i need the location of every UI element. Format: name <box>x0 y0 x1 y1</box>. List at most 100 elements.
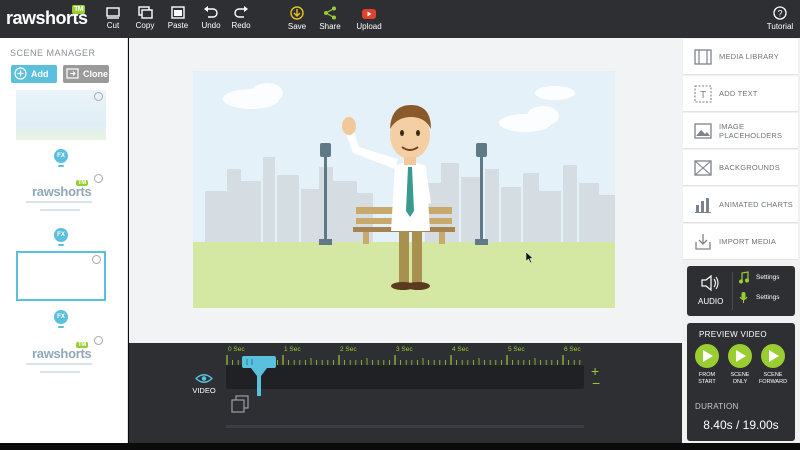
redo-label: Redo <box>231 21 251 30</box>
thumbnail-logo: rawshorts TM <box>32 180 92 199</box>
fx-transition-badge-2[interactable]: FX <box>54 228 68 242</box>
clone-icon <box>66 68 79 79</box>
animated-charts-button[interactable]: ANIMATED CHARTS <box>683 187 798 223</box>
scene-thumbnail-4[interactable]: rawshorts TM <box>16 334 106 384</box>
media-library-label: MEDIA LIBRARY <box>719 52 779 61</box>
chart-icon <box>695 198 711 213</box>
music-note-icon <box>739 271 749 284</box>
thumbnail-tagline <box>40 209 80 211</box>
preview-title: PREVIEW VIDEO <box>699 330 767 339</box>
scene-only-label: SCENE ONLY <box>724 372 756 385</box>
scene-thumbnail-1[interactable] <box>16 90 106 140</box>
share-button[interactable]: Share <box>310 6 350 31</box>
audio-panel: AUDIO Settings Settings <box>687 266 795 316</box>
mouse-cursor-icon <box>526 252 534 263</box>
add-scene-button[interactable]: Add <box>11 65 57 83</box>
stage-area <box>129 38 682 343</box>
audio-divider <box>732 272 733 310</box>
play-scene-forward-button[interactable] <box>761 344 785 368</box>
scene-thumbnail-3-selected[interactable] <box>16 251 106 301</box>
play-scene-only-button[interactable] <box>728 344 752 368</box>
thumbnail-logo-badge: TM <box>76 180 89 186</box>
scene-forward-line1: SCENE <box>763 372 783 378</box>
image-placeholders-line2: PLACEHOLDERS <box>719 131 783 140</box>
layers-icon[interactable] <box>231 395 249 413</box>
logo-badge: TM <box>72 5 86 14</box>
duration-label: DURATION <box>695 402 739 411</box>
play-icon <box>703 350 713 362</box>
play-from-start-button[interactable] <box>695 344 719 368</box>
scene-forward-label: SCENE FORWARD <box>757 372 789 385</box>
preview-video-panel: PREVIEW VIDEO FROM START SCENE ONLY SCENE F… <box>687 323 795 441</box>
close-icon[interactable] <box>94 336 103 345</box>
copy-icon <box>138 6 153 19</box>
zoom-out-button[interactable]: − <box>592 376 600 390</box>
close-icon[interactable] <box>94 92 103 101</box>
fx-transition-badge-1[interactable]: FX <box>54 149 68 163</box>
thumbnail-logo-badge: TM <box>76 342 89 348</box>
clone-scene-button[interactable]: Clone <box>63 65 109 83</box>
svg-text:?: ? <box>777 9 782 19</box>
scene-manager-panel: SCENE MANAGER Add Clone FX rawshorts TM F… <box>0 38 128 443</box>
tick-label-6: 6 Sec <box>564 346 581 353</box>
add-scene-label: Add <box>31 69 49 79</box>
eye-icon <box>195 374 213 383</box>
backgrounds-button[interactable]: BACKGROUNDS <box>683 150 798 186</box>
timeline-scrollbar[interactable] <box>226 425 584 428</box>
tick-label-3: 3 Sec <box>396 346 413 353</box>
scene-canvas[interactable] <box>193 71 615 308</box>
tutorial-button[interactable]: ? Tutorial <box>760 6 800 31</box>
image-placeholders-line1: IMAGE <box>719 122 745 131</box>
tick-label-2: 2 Sec <box>340 346 357 353</box>
voice-settings-label: Settings <box>756 294 780 302</box>
thumbnail-logo: rawshorts TM <box>32 342 92 361</box>
voice-settings-button[interactable]: Settings <box>738 291 780 304</box>
from-start-label: FROM START <box>691 372 723 385</box>
tick-label-4: 4 Sec <box>452 346 469 353</box>
svg-text:T: T <box>700 90 706 101</box>
tutorial-label: Tutorial <box>766 22 794 31</box>
tick-label-5: 5 Sec <box>508 346 525 353</box>
video-track[interactable] <box>226 365 584 389</box>
timeline-panel: VIDEO 0 Sec 1 Sec 2 Sec 3 Sec 4 Sec 5 Se… <box>129 343 682 443</box>
import-media-button[interactable]: IMPORT MEDIA <box>683 224 798 260</box>
media-library-button[interactable]: MEDIA LIBRARY <box>683 39 798 75</box>
close-icon[interactable] <box>94 174 103 183</box>
share-label: Share <box>319 22 341 31</box>
thumbnail-tagline <box>26 363 92 365</box>
timeline-ruler[interactable] <box>226 355 584 365</box>
right-library-panel: MEDIA LIBRARY T ADD TEXT IMAGE PLACEHOLDE… <box>682 38 800 443</box>
image-placeholders-label: IMAGE PLACEHOLDERS <box>719 122 782 140</box>
fx-tail-1 <box>58 165 64 167</box>
backgrounds-label: BACKGROUNDS <box>719 163 780 172</box>
add-text-label: ADD TEXT <box>719 89 758 98</box>
tick-label-1: 1 Sec <box>284 346 301 353</box>
thumbnail-logo-text: rawshorts <box>32 184 92 199</box>
animated-charts-label: ANIMATED CHARTS <box>719 200 793 209</box>
play-forward-icon <box>769 350 779 362</box>
fx-tail-3 <box>58 326 64 328</box>
image-placeholders-button[interactable]: IMAGE PLACEHOLDERS <box>683 113 798 149</box>
playhead-handle[interactable] <box>242 356 276 396</box>
fx-transition-badge-3[interactable]: FX <box>54 310 68 324</box>
video-track-label[interactable]: VIDEO <box>186 373 222 395</box>
video-label-text: VIDEO <box>192 386 216 395</box>
speaker-icon[interactable] <box>700 274 720 292</box>
plus-circle-icon <box>14 67 27 80</box>
film-icon <box>694 49 712 65</box>
thumbnail-tagline <box>26 201 92 203</box>
from-start-line1: FROM <box>698 372 716 378</box>
upload-button[interactable]: Upload <box>349 6 389 31</box>
music-settings-button[interactable]: Settings <box>738 271 780 284</box>
scene-thumbnail-2[interactable]: rawshorts TM <box>16 172 106 222</box>
text-icon: T <box>694 85 712 103</box>
scene-manager-title: SCENE MANAGER <box>10 48 96 58</box>
redo-button[interactable]: Redo <box>221 6 261 30</box>
paste-icon <box>171 6 185 19</box>
from-start-line2: START <box>698 378 716 385</box>
add-text-button[interactable]: T ADD TEXT <box>683 76 798 112</box>
rawshorts-logo: rawshorts TM <box>6 5 88 29</box>
tick-label-0: 0 Sec <box>228 346 245 353</box>
close-icon[interactable] <box>92 255 101 264</box>
background-icon <box>694 160 712 176</box>
